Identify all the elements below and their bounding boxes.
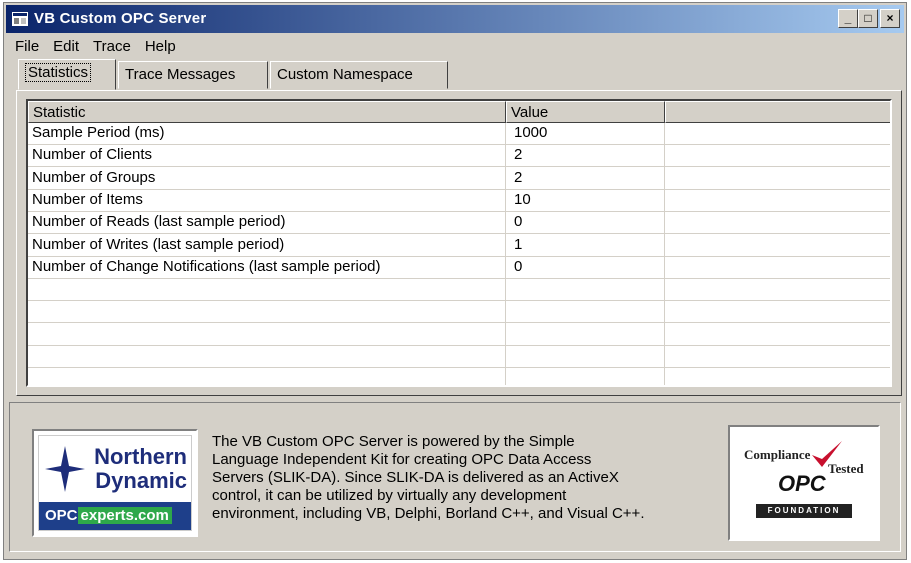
table-row[interactable]	[28, 279, 890, 302]
title-bar[interactable]: VB Custom OPC Server _ □ ×	[6, 5, 904, 33]
cell-statistic: Number of Items	[32, 190, 143, 208]
description-line: The VB Custom OPC Server is powered by t…	[212, 433, 575, 450]
cell-statistic	[28, 279, 506, 300]
cell-statistic: Number of Clients	[32, 146, 153, 164]
logo-frame: Northern Dynamic OPC experts.com	[38, 435, 192, 531]
description-line: control, it can be utilized by virtually…	[212, 487, 567, 504]
menu-file[interactable]: File	[8, 36, 46, 57]
cell-statistic: Number of Writes (last sample period)	[32, 235, 285, 253]
tab-statistics[interactable]: Statistics	[18, 59, 116, 90]
table-row[interactable]: Number of Writes (last sample period) 1	[28, 235, 890, 257]
logo-compliance-text: Compliance	[744, 447, 811, 462]
description-line: Servers (SLIK-DA). Since SLIK-DA is deli…	[212, 469, 619, 486]
tab-trace-messages-label: Trace Messages	[125, 66, 236, 83]
table-row[interactable]: Sample Period (ms) 1000	[28, 123, 890, 145]
table-row[interactable]: Number of Change Notifications (last sam…	[28, 257, 890, 279]
star-icon	[45, 446, 85, 492]
grid-header: Statistic Value	[28, 101, 890, 123]
maximize-icon: □	[864, 11, 872, 25]
logo-tested-text: Tested	[828, 461, 864, 476]
cell-statistic	[28, 346, 506, 367]
description-text: The VB Custom OPC Server is powered by t…	[212, 433, 727, 523]
table-row[interactable]: Number of Items 10	[28, 190, 890, 212]
cell-statistic	[28, 301, 506, 322]
cell-value: 2	[514, 146, 523, 164]
logo-experts-text: experts.com	[77, 507, 172, 524]
cell-value: 10	[514, 190, 531, 208]
tab-custom-namespace[interactable]: Custom Namespace	[270, 61, 448, 89]
column-header-extra[interactable]	[665, 101, 890, 123]
close-button[interactable]: ×	[880, 9, 900, 28]
northern-dynamic-logo: Northern Dynamic OPC experts.com	[32, 429, 198, 537]
table-row[interactable]: Number of Clients 2	[28, 145, 890, 168]
menu-help[interactable]: Help	[138, 36, 183, 57]
logo-northern-text: Northern	[94, 444, 187, 469]
tab-statistics-label: Statistics	[25, 63, 92, 82]
logo-opc-mark: OPC	[778, 471, 826, 496]
cell-value	[510, 279, 664, 300]
menu-edit[interactable]: Edit	[46, 36, 86, 57]
table-row[interactable]	[28, 324, 890, 346]
cell-statistic: Number of Groups	[32, 168, 156, 186]
statistics-grid[interactable]: Statistic Value Sample Period (ms) 1000 Nu…	[26, 99, 892, 387]
cell-value: 2	[514, 168, 523, 186]
app-icon	[12, 12, 28, 26]
opc-compliance-logo: Compliance Tested OPC FOUNDATION	[728, 425, 880, 541]
menu-trace[interactable]: Trace	[86, 36, 138, 57]
cell-value: 0	[514, 213, 523, 231]
table-row[interactable]: Number of Groups 2	[28, 168, 890, 190]
close-icon: ×	[886, 11, 894, 25]
minimize-button[interactable]: _	[838, 9, 858, 28]
logo-opc-text: OPC	[45, 507, 78, 524]
tab-custom-namespace-label: Custom Namespace	[277, 66, 413, 83]
cell-value: 1000	[514, 124, 548, 141]
table-row[interactable]: Number of Reads (last sample period) 0	[28, 212, 890, 235]
column-header-value[interactable]: Value	[506, 101, 665, 123]
menu-bar: File Edit Trace Help	[8, 36, 183, 58]
cell-value: 0	[514, 257, 523, 275]
maximize-button[interactable]: □	[858, 9, 878, 28]
cell-value: 1	[514, 235, 523, 253]
logo-opcexperts-bar: OPC experts.com	[39, 502, 191, 530]
logo-dynamic-text: Dynamic	[95, 468, 187, 493]
table-row[interactable]	[28, 301, 890, 324]
column-header-statistic[interactable]: Statistic	[28, 101, 506, 123]
tab-trace-messages[interactable]: Trace Messages	[118, 61, 268, 89]
table-row[interactable]	[28, 346, 890, 368]
cell-statistic: Number of Reads (last sample period)	[32, 213, 286, 231]
cell-statistic	[28, 324, 506, 345]
description-line: Language Independent Kit for creating OP…	[212, 451, 592, 468]
logo-foundation-text: FOUNDATION	[756, 504, 852, 518]
minimize-icon: _	[844, 11, 852, 25]
statistics-panel: Statistic Value Sample Period (ms) 1000 Nu…	[16, 90, 902, 396]
window-title: VB Custom OPC Server	[34, 10, 207, 27]
cell-statistic: Sample Period (ms)	[32, 124, 165, 141]
cell-value	[510, 346, 664, 367]
cell-statistic: Number of Change Notifications (last sam…	[32, 257, 381, 275]
cell-value	[510, 324, 664, 345]
info-panel: Northern Dynamic OPC experts.com The VB C…	[9, 402, 901, 552]
description-line: environment, including VB, Delphi, Borla…	[212, 505, 645, 522]
app-window: VB Custom OPC Server _ □ × File Edit Trace…	[3, 2, 907, 560]
cell-value	[510, 301, 664, 322]
